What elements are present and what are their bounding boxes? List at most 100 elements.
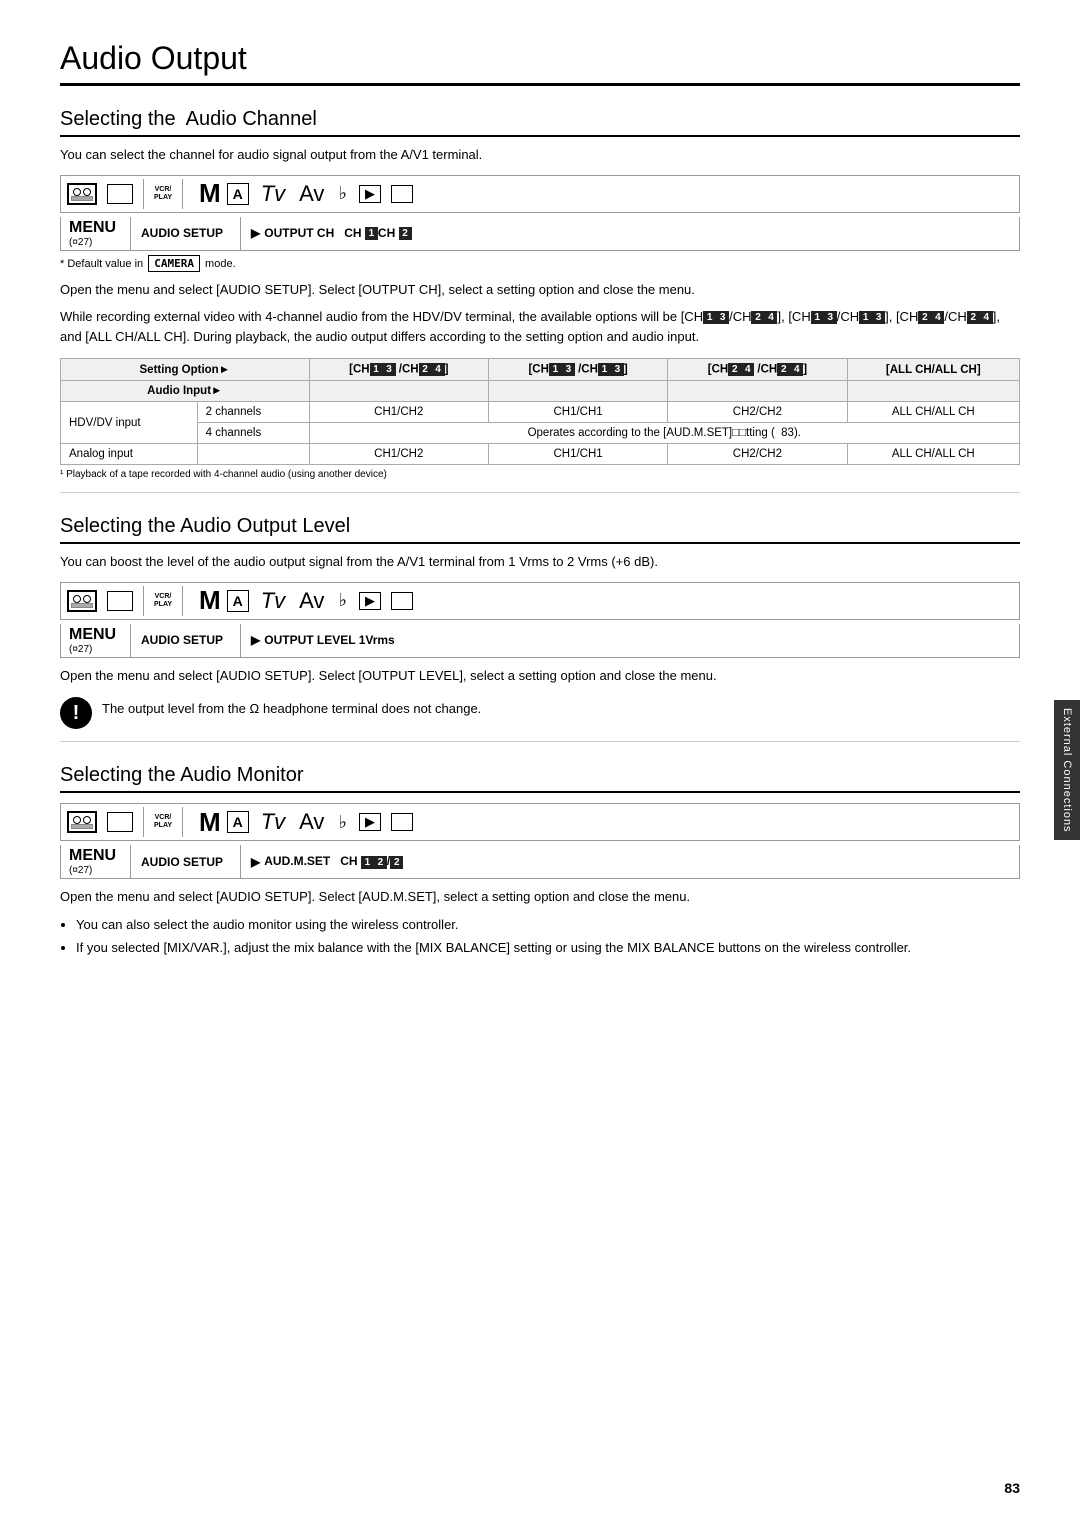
rect1-icon: ▶: [359, 185, 381, 203]
table-footnote: ¹ Playback of a tape recorded with 4-cha…: [60, 469, 1020, 480]
rect2-icon-3: [391, 813, 413, 831]
A-box-icon: A: [227, 183, 249, 205]
Tv-icon-2: Tv: [261, 588, 285, 614]
menu-content-monitor: ▶ AUD.M.SET CH 12/2: [241, 845, 1019, 878]
menu-label-text: MENU: [69, 219, 116, 237]
sidebar-label: External Connections: [1054, 700, 1080, 840]
mode-divider-2: [182, 179, 183, 209]
A-box-icon-2: A: [227, 590, 249, 612]
tape-icon: [67, 183, 97, 205]
tape-icon-3: [67, 811, 97, 833]
menu-label-monitor: MENU (¤27): [61, 845, 131, 878]
menu-item-audio-setup-2: AUDIO SETUP: [131, 624, 241, 657]
screen-icon-2: [107, 591, 133, 611]
warning-icon: !: [60, 697, 92, 729]
table-col-allch: [ALL CH/ALL CH]: [847, 359, 1019, 381]
table-cell-ch2ch2-2: CH2/CH2: [668, 444, 847, 465]
mode-divider: [143, 179, 144, 209]
rect2-icon: [391, 185, 413, 203]
monitor-body1: Open the menu and select [AUDIO SETUP]. …: [60, 887, 1020, 907]
menu-content-text-1: OUTPUT CH CH 1CH 2: [264, 226, 411, 240]
vcr-play-icon-2: VCR/PLAY: [154, 593, 172, 608]
Av-icon: Av: [299, 181, 324, 207]
table-col-ch1324: [CH13 /CH24]: [309, 359, 488, 381]
table-cell-operates: Operates according to the [AUD.M.SET]□□t…: [309, 423, 1019, 444]
menu-arrow-icon-3: ▶: [251, 855, 260, 869]
screen-icon: [107, 184, 133, 204]
vcr-play-icon: VCR/PLAY: [154, 186, 172, 201]
table-cell-4ch: 4 channels: [197, 423, 309, 444]
rect1-icon-2: ▶: [359, 592, 381, 610]
table-col-ch2424: [CH24 /CH24]: [668, 359, 847, 381]
mode-bar-2: VCR/PLAY M A Tv Av ♭ ▶: [60, 582, 1020, 620]
M-mode-icon-2: M: [199, 585, 221, 616]
M-mode-icon: M: [199, 178, 221, 209]
menu-arrow-icon-2: ▶: [251, 633, 260, 647]
section-heading-level: Selecting the Audio Output Level: [60, 515, 1020, 544]
menu-content-level: ▶ OUTPUT LEVEL 1Vrms: [241, 624, 1019, 657]
monitor-bullets: You can also select the audio monitor us…: [76, 915, 1020, 958]
camera-note: * Default value in CAMERA mode.: [60, 255, 1020, 272]
menu-arrow-icon-1: ▶: [251, 226, 260, 240]
menu-label-sub: (¤27): [69, 237, 92, 248]
Tv-icon: Tv: [261, 181, 285, 207]
channel-body1: Open the menu and select [AUDIO SETUP]. …: [60, 280, 1020, 300]
mode-bar-1: VCR/PLAY M A Tv Av ♭ ▶: [60, 175, 1020, 213]
table-cell-hdvdv-label: HDV/DV input: [61, 402, 198, 444]
level-intro: You can boost the level of the audio out…: [60, 552, 1020, 572]
table-cell-analog-sub: [197, 444, 309, 465]
menu-bar-monitor: MENU (¤27) AUDIO SETUP ▶ AUD.M.SET CH 12…: [60, 845, 1020, 879]
mode-bar-3: VCR/PLAY M A Tv Av ♭ ▶: [60, 803, 1020, 841]
bell-icon-2: ♭: [338, 590, 347, 611]
bullet-2: If you selected [MIX/VAR.], adjust the m…: [76, 938, 1020, 958]
page-title: Audio Output: [60, 40, 1020, 86]
table-cell-ch1ch2-2: CH1/CH2: [309, 444, 488, 465]
table-cell-allch-1: ALL CH/ALL CH: [847, 402, 1019, 423]
menu-label-level: MENU (¤27): [61, 624, 131, 657]
table-cell-2ch: 2 channels: [197, 402, 309, 423]
bell-icon-3: ♭: [338, 812, 347, 833]
rect2-icon-2: [391, 592, 413, 610]
table-row-analog: Analog input CH1/CH2 CH1/CH1 CH2/CH2 ALL…: [61, 444, 1020, 465]
page-number: 83: [1004, 1480, 1020, 1496]
tape-icon-2: [67, 590, 97, 612]
table-row-hdvdv-4ch: 4 channels Operates according to the [AU…: [61, 423, 1020, 444]
menu-label-channel: MENU (¤27): [61, 217, 131, 250]
channel-intro: You can select the channel for audio sig…: [60, 145, 1020, 165]
table-col-audio-input: Audio Input►: [61, 381, 310, 402]
table-cell-ch1ch1-2: CH1/CH1: [488, 444, 667, 465]
table-cell-ch1ch2-1: CH1/CH2: [309, 402, 488, 423]
table-col-ch1313: [CH13 /CH13]: [488, 359, 667, 381]
level-body1: Open the menu and select [AUDIO SETUP]. …: [60, 666, 1020, 686]
channel-body2: While recording external video with 4-ch…: [60, 307, 1020, 346]
menu-bar-channel: MENU (¤27) AUDIO SETUP ▶ OUTPUT CH CH 1C…: [60, 217, 1020, 251]
warning-box: ! The output level from the Ω headphone …: [60, 695, 1020, 729]
Av-icon-2: Av: [299, 588, 324, 614]
bell-icon: ♭: [338, 183, 347, 204]
menu-item-text-1: AUDIO SETUP: [141, 226, 223, 240]
table-cell-ch1ch1-1: CH1/CH1: [488, 402, 667, 423]
vcr-play-icon-3: VCR/PLAY: [154, 814, 172, 829]
A-box-icon-3: A: [227, 811, 249, 833]
Tv-icon-3: Tv: [261, 809, 285, 835]
section-heading-monitor: Selecting the Audio Monitor: [60, 764, 1020, 793]
table-cell-ch2ch2-1: CH2/CH2: [668, 402, 847, 423]
camera-badge: CAMERA: [148, 255, 200, 272]
audio-channel-table: Setting Option► [CH13 /CH24] [CH13 /CH13…: [60, 358, 1020, 465]
bullet-1: You can also select the audio monitor us…: [76, 915, 1020, 935]
section-heading-channel: Selecting the Audio Channel: [60, 108, 1020, 137]
Av-icon-3: Av: [299, 809, 324, 835]
menu-item-audio-setup-1: AUDIO SETUP: [131, 217, 241, 250]
M-mode-icon-3: M: [199, 807, 221, 838]
table-cell-analog-label: Analog input: [61, 444, 198, 465]
menu-item-audio-setup-3: AUDIO SETUP: [131, 845, 241, 878]
warning-text: The output level from the Ω headphone te…: [102, 695, 481, 719]
menu-content-channel: ▶ OUTPUT CH CH 1CH 2: [241, 217, 1019, 250]
table-col-setting: Setting Option►: [61, 359, 310, 381]
menu-bar-level: MENU (¤27) AUDIO SETUP ▶ OUTPUT LEVEL 1V…: [60, 624, 1020, 658]
menu-content-text-3: AUD.M.SET CH 12/2: [264, 854, 403, 868]
rect1-icon-3: ▶: [359, 813, 381, 831]
table-cell-allch-2: ALL CH/ALL CH: [847, 444, 1019, 465]
table-row-hdvdv-2ch: HDV/DV input 2 channels CH1/CH2 CH1/CH1 …: [61, 402, 1020, 423]
screen-icon-3: [107, 812, 133, 832]
